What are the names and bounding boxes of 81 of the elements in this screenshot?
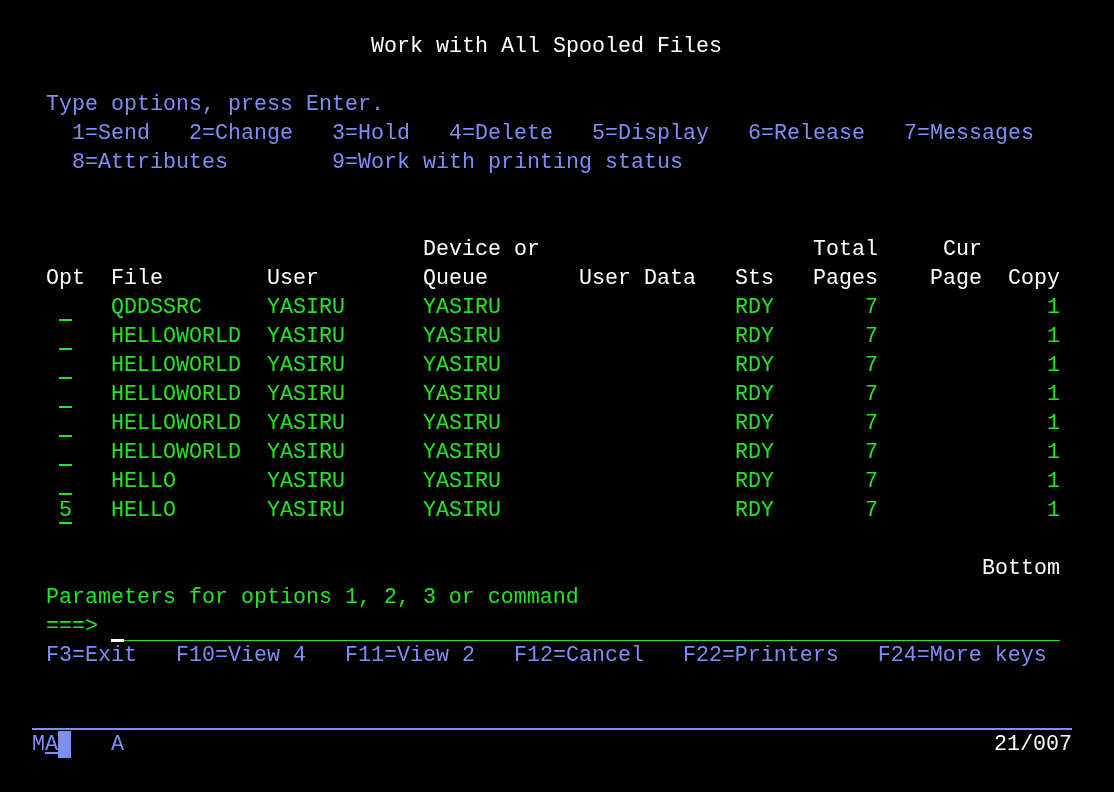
table-cell-text: YASIRU bbox=[423, 323, 501, 351]
table-cell-text: 7 bbox=[865, 439, 878, 467]
table-cell-text: YASIRU bbox=[267, 468, 345, 496]
table-cell-text: HELLOWORLD bbox=[111, 352, 241, 380]
table-cell-text: YASIRU bbox=[423, 294, 501, 322]
column-header: Opt bbox=[46, 265, 85, 293]
table-cell-text: RDY bbox=[735, 410, 774, 438]
table-cell-text: YASIRU bbox=[423, 439, 501, 467]
table-cell-text: HELLOWORLD bbox=[111, 439, 241, 467]
table-cell-text: YASIRU bbox=[423, 468, 501, 496]
column-header: Copy bbox=[1008, 265, 1060, 293]
input-mode-indicator: A bbox=[111, 731, 124, 759]
table-cell-text: YASIRU bbox=[267, 323, 345, 351]
table-cell-text: HELLOWORLD bbox=[111, 323, 241, 351]
option-legend: 5=Display bbox=[592, 119, 709, 148]
table-cell-text: 1 bbox=[1047, 468, 1060, 496]
column-header: User Data bbox=[579, 265, 696, 293]
table-cell-text: HELLO bbox=[111, 497, 176, 525]
cursor-position: 21/007 bbox=[994, 731, 1072, 759]
table-cell-text: YASIRU bbox=[423, 352, 501, 380]
table-cell-text: 7 bbox=[865, 381, 878, 409]
column-header: File bbox=[111, 265, 163, 293]
option-legend: 8=Attributes bbox=[72, 148, 228, 177]
table-cell-text: RDY bbox=[735, 381, 774, 409]
function-key-legend: F22=Printers bbox=[682, 641, 839, 670]
table-cell-text: 1 bbox=[1047, 352, 1060, 380]
column-header: Cur Page bbox=[930, 236, 982, 293]
function-key-legend: F24=More keys bbox=[877, 641, 1047, 670]
column-header: Device or Queue bbox=[423, 236, 540, 293]
table-cell-text: HELLOWORLD bbox=[111, 381, 241, 409]
table-cell-text: 1 bbox=[1047, 410, 1060, 438]
table-cell-text: YASIRU bbox=[267, 410, 345, 438]
list-position-text: Bottom bbox=[982, 555, 1060, 583]
function-key-legend: F3=Exit bbox=[46, 641, 137, 670]
option-field[interactable]: 5 bbox=[59, 496, 72, 524]
table-cell-text: YASIRU bbox=[423, 381, 501, 409]
table-cell-text: YASIRU bbox=[267, 497, 345, 525]
option-legend: 1=Send bbox=[72, 119, 150, 148]
instructions-text: Type options, press Enter. bbox=[46, 91, 384, 119]
option-legend: 2=Change bbox=[189, 119, 293, 148]
table-cell-text: YASIRU bbox=[267, 439, 345, 467]
column-header: Total Pages bbox=[813, 236, 878, 293]
table-cell-text: 7 bbox=[865, 410, 878, 438]
table-cell-text: 1 bbox=[1047, 381, 1060, 409]
table-cell-text: RDY bbox=[735, 439, 774, 467]
function-key-legend: F10=View 4 bbox=[176, 641, 306, 670]
table-cell-text: 1 bbox=[1047, 323, 1060, 351]
option-legend: 9=Work with printing status bbox=[332, 148, 683, 177]
column-header: Sts bbox=[735, 265, 774, 293]
table-cell-text: 1 bbox=[1047, 439, 1060, 467]
table-cell-text: 7 bbox=[865, 323, 878, 351]
table-cell-text: HELLO bbox=[111, 468, 176, 496]
table-cell-text: HELLOWORLD bbox=[111, 410, 241, 438]
table-cell-text: RDY bbox=[735, 497, 774, 525]
system-status-indicator: MA bbox=[32, 731, 58, 759]
column-header: User bbox=[267, 265, 319, 293]
table-cell-text: 1 bbox=[1047, 497, 1060, 525]
command-prompt: ===> bbox=[46, 613, 98, 641]
table-cell-text: YASIRU bbox=[267, 352, 345, 380]
table-cell-text: RDY bbox=[735, 294, 774, 322]
table-cell-text: 7 bbox=[865, 497, 878, 525]
table-cell-text: 7 bbox=[865, 294, 878, 322]
table-cell-text: 7 bbox=[865, 352, 878, 380]
table-cell-text: RDY bbox=[735, 468, 774, 496]
table-cell-text: YASIRU bbox=[423, 410, 501, 438]
function-key-legend: F12=Cancel bbox=[513, 641, 644, 670]
option-legend: 7=Messages bbox=[904, 119, 1034, 148]
table-cell-text: RDY bbox=[735, 352, 774, 380]
function-key-legend: F11=View 2 bbox=[344, 641, 475, 670]
command-label: Parameters for options 1, 2, 3 or command bbox=[46, 584, 579, 612]
option-legend: 3=Hold bbox=[332, 119, 410, 148]
table-cell-text: YASIRU bbox=[267, 294, 345, 322]
table-cell-text: YASIRU bbox=[267, 381, 345, 409]
table-cell-text: 7 bbox=[865, 468, 878, 496]
option-legend: 4=Delete bbox=[449, 119, 553, 148]
table-cell-text: QDDSSRC bbox=[111, 294, 202, 322]
table-cell-text: RDY bbox=[735, 323, 774, 351]
table-cell-text: YASIRU bbox=[423, 497, 501, 525]
table-cell-text: 1 bbox=[1047, 294, 1060, 322]
option-legend: 6=Release bbox=[748, 119, 865, 148]
screen-title: Work with All Spooled Files bbox=[371, 33, 722, 61]
